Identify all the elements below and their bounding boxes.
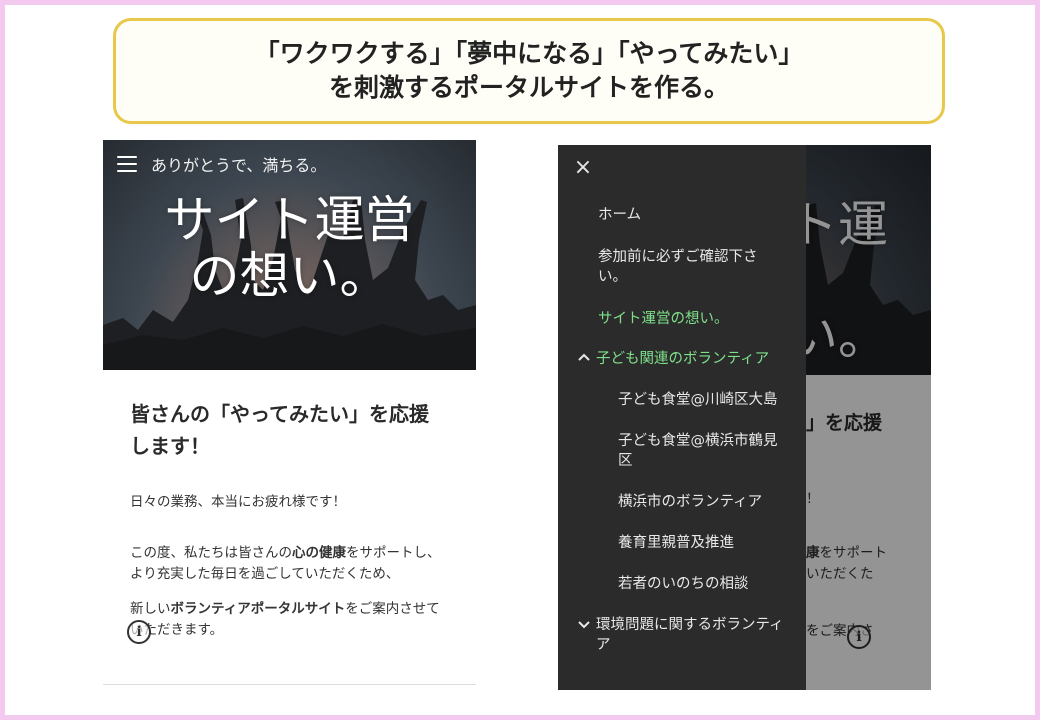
article-heading: 皆さんの「やってみたい」を応援 します！ bbox=[130, 398, 450, 462]
bold-text: 心の健康 bbox=[292, 545, 346, 561]
site-header: ありがとうで、満ちる。 bbox=[117, 152, 326, 176]
headline-banner: 「ワクワクする」「夢中になる」「やってみたい」 を刺激するポータルサイトを作る。 bbox=[113, 18, 945, 124]
menu-item-yokohama-volunteer[interactable]: 横浜市のボランティア bbox=[558, 492, 806, 512]
menu-group-environment-volunteer[interactable]: 環境問題に関するボランティア bbox=[558, 615, 798, 655]
menu-item-youth-life-consultation[interactable]: 若者のいのちの相談 bbox=[558, 574, 806, 594]
menu-item-home[interactable]: ホーム bbox=[558, 205, 806, 225]
article-paragraph-1: 日々の業務、本当にお疲れ様です！ bbox=[130, 494, 346, 510]
close-icon[interactable]: × bbox=[572, 157, 594, 179]
drawer-menu: ホーム 参加前に必ずご確認下さい。 サイト運営の想い。 子ども関連のボランティア… bbox=[558, 197, 806, 655]
article-paragraph-2: この度、私たちは皆さんの心の健康をサポートし、より充実した毎日を過ごしていただく… bbox=[130, 543, 450, 585]
paragraph-text: 新しい bbox=[130, 601, 171, 617]
article-heading-line-1: 皆さんの「やってみたい」を応援 bbox=[130, 402, 429, 426]
paragraph-text: この度、私たちは皆さんの bbox=[130, 545, 292, 561]
info-icon[interactable]: i bbox=[127, 620, 151, 644]
hero-title-line-1: サイト運営 bbox=[164, 191, 415, 249]
phone-screenshot-page: ありがとうで、満ちる。 サイト運営 の想い。 皆さんの「やってみたい」を応援 し… bbox=[103, 140, 476, 685]
hero-title: サイト運営 の想い。 bbox=[103, 192, 476, 304]
menu-item-foster-parent-promotion[interactable]: 養育里親普及推進 bbox=[558, 533, 806, 553]
headline-line-2: を刺激するポータルサイトを作る。 bbox=[328, 73, 729, 102]
article-paragraph-3: 新しいボランティアポータルサイトをご案内させていただきます。 bbox=[130, 599, 450, 641]
menu-item-kodomo-shokudo-kawasaki[interactable]: 子ども食堂@川崎区大島 bbox=[558, 390, 806, 410]
chevron-down-icon bbox=[578, 615, 596, 637]
menu-item-kodomo-shokudo-yokohama[interactable]: 子ども食堂@横浜市鶴見区 bbox=[558, 431, 803, 471]
hamburger-menu-icon[interactable] bbox=[117, 156, 137, 172]
bold-text: ボランティアポータルサイト bbox=[170, 601, 346, 617]
menu-group-label: 子ども関連のボランティア bbox=[596, 351, 770, 367]
phone-screenshot-menu-open: サイト運営 の想い。 」を応援 ！ 康をサポート いただくた をご案内さ i ×… bbox=[558, 145, 931, 690]
menu-group-label: 環境問題に関するボランティア bbox=[596, 617, 784, 653]
menu-item-site-philosophy[interactable]: サイト運営の想い。 bbox=[558, 309, 806, 329]
article-body: 皆さんの「やってみたい」を応援 します！ 日々の業務、本当にお疲れ様です！ この… bbox=[130, 398, 450, 641]
menu-item-confirm-before-joining[interactable]: 参加前に必ずご確認下さい。 bbox=[558, 247, 778, 287]
navigation-drawer: × ホーム 参加前に必ずご確認下さい。 サイト運営の想い。 子ども関連のボランテ… bbox=[558, 145, 806, 690]
hero-banner: ありがとうで、満ちる。 サイト運営 の想い。 bbox=[103, 140, 476, 370]
menu-group-children-volunteer[interactable]: 子ども関連のボランティア bbox=[558, 349, 806, 369]
chevron-up-icon bbox=[578, 349, 596, 369]
headline-line-1: 「ワクワクする」「夢中になる」「やってみたい」 bbox=[254, 39, 804, 68]
site-tagline[interactable]: ありがとうで、満ちる。 bbox=[151, 152, 326, 176]
hero-title-line-2: の想い。 bbox=[189, 247, 390, 305]
article-heading-line-2: します！ bbox=[130, 434, 210, 458]
